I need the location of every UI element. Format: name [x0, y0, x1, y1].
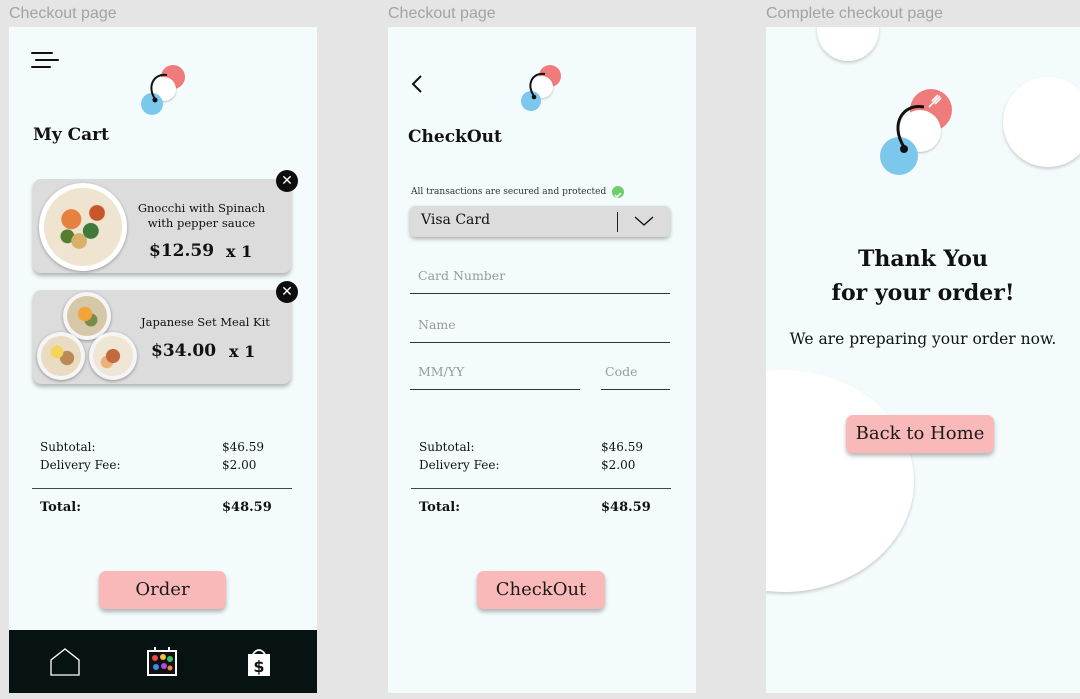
- logo-icon: [141, 65, 185, 115]
- cart-item[interactable]: Gnocchi with Spinach with pepper sauce $…: [33, 179, 291, 273]
- chevron-down-icon: [633, 213, 655, 227]
- logo-icon: [521, 65, 561, 111]
- delivery-fee-label: Delivery Fee:: [419, 458, 500, 472]
- subtotal-value: $46.59: [222, 440, 264, 454]
- logo-icon: [880, 89, 952, 175]
- frame-label-complete: Complete checkout page: [766, 5, 943, 22]
- expiry-field[interactable]: MM/YY: [410, 362, 580, 390]
- subtotal-label: Subtotal:: [40, 440, 96, 454]
- total-label: Total:: [419, 500, 461, 515]
- checkout-button[interactable]: CheckOut: [477, 571, 605, 609]
- back-arrow-icon[interactable]: [410, 74, 424, 94]
- remove-item-button[interactable]: ✕: [276, 281, 298, 303]
- delivery-fee-value: $2.00: [601, 458, 636, 472]
- bottom-nav: $: [9, 630, 317, 693]
- subtotal-value: $46.59: [601, 440, 643, 454]
- dish-image: [37, 332, 85, 380]
- subtotal-label: Subtotal:: [419, 440, 475, 454]
- decorative-circle: [766, 370, 914, 592]
- verified-check-icon: [612, 186, 624, 199]
- home-icon[interactable]: [49, 646, 81, 678]
- decorative-circle: [1003, 77, 1080, 167]
- frame-label-checkout: Checkout page: [388, 5, 496, 22]
- card-number-field[interactable]: Card Number: [410, 266, 670, 294]
- checkout-screen: CheckOut All transactions are secured an…: [388, 27, 696, 693]
- page-title: CheckOut: [408, 127, 502, 147]
- item-quantity: x 1: [226, 242, 253, 261]
- total-value: $48.59: [222, 500, 272, 515]
- order-button[interactable]: Order: [99, 571, 226, 609]
- item-name: Japanese Set Meal Kit: [141, 315, 270, 329]
- wallet-icon[interactable]: $: [243, 646, 275, 678]
- menu-palette-icon[interactable]: [146, 646, 178, 678]
- cart-item[interactable]: Japanese Set Meal Kit $34.00 x 1: [33, 290, 291, 384]
- dish-image: [89, 332, 137, 380]
- delivery-fee-value: $2.00: [222, 458, 257, 472]
- back-to-home-button[interactable]: Back to Home: [846, 415, 994, 453]
- card-type-select[interactable]: Visa Card: [410, 206, 670, 237]
- remove-item-button[interactable]: ✕: [276, 170, 298, 192]
- delivery-fee-label: Delivery Fee:: [40, 458, 121, 472]
- item-name: Gnocchi with Spinach with pepper sauce: [137, 201, 266, 230]
- total-label: Total:: [40, 500, 82, 515]
- decorative-circle: [817, 27, 879, 61]
- thank-you-heading: Thank You for your order!: [831, 246, 1015, 306]
- card-type-value: Visa Card: [421, 212, 491, 228]
- security-code-field[interactable]: Code: [601, 362, 670, 390]
- svg-text:$: $: [253, 657, 264, 676]
- hamburger-menu-icon[interactable]: [31, 51, 59, 71]
- name-field[interactable]: Name: [410, 315, 670, 343]
- dish-image: [39, 183, 127, 271]
- preparing-message: We are preparing your order now.: [789, 330, 1057, 348]
- divider: [411, 488, 671, 489]
- item-price: $12.59: [149, 241, 215, 261]
- item-price: $34.00: [151, 341, 217, 361]
- total-value: $48.59: [601, 500, 651, 515]
- complete-screen: Thank You for your order! We are prepari…: [766, 27, 1080, 693]
- divider: [32, 488, 292, 489]
- page-title: My Cart: [33, 125, 109, 145]
- security-note: All transactions are secured and protect…: [411, 187, 607, 197]
- frame-label-cart: Checkout page: [9, 5, 117, 22]
- item-quantity: x 1: [229, 342, 256, 361]
- cart-screen: My Cart Gnocchi with Spinach with pepper…: [9, 27, 317, 693]
